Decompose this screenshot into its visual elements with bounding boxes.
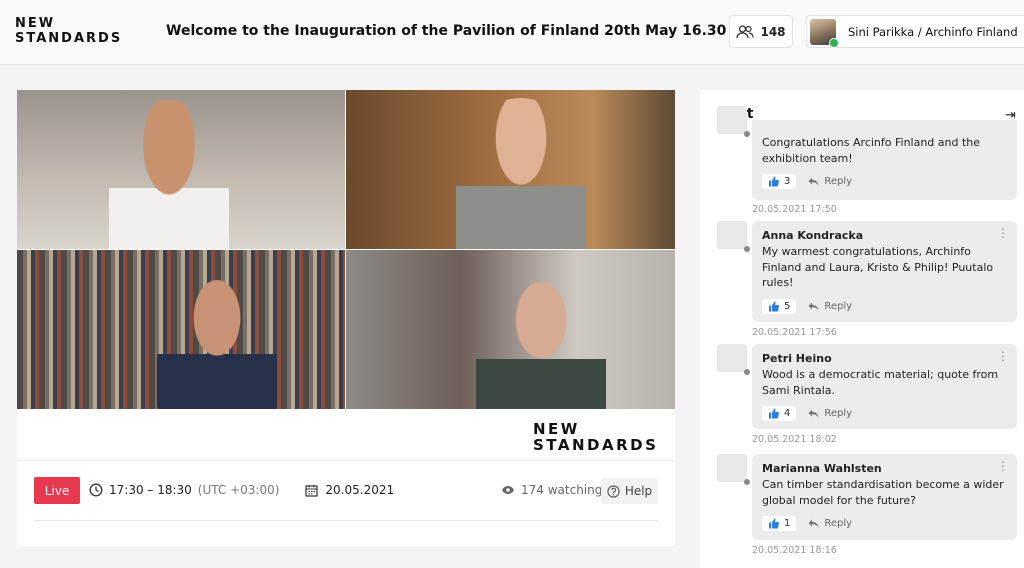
message-actions: 5 Reply bbox=[762, 298, 1007, 314]
reply-button[interactable]: Reply bbox=[808, 301, 852, 312]
chat-panel: Chat ⇥ Congratulations Arcinfo Finland a… bbox=[700, 90, 1024, 568]
status-dot bbox=[744, 246, 750, 252]
message-author: Anna Kondracka bbox=[762, 229, 864, 242]
clock-icon bbox=[89, 483, 103, 497]
message-bubble: Congratulations Arcinfo Finland and the … bbox=[752, 120, 1017, 200]
status-dot bbox=[744, 369, 750, 375]
viewer-count: 174 watching bbox=[501, 483, 602, 497]
like-button[interactable]: 4 bbox=[762, 406, 797, 421]
schedule-info: 17:30 – 18:30 (UTC +03:00) 20.05.2021 bbox=[89, 483, 394, 497]
reply-button[interactable]: Reply bbox=[808, 176, 852, 187]
like-count: 3 bbox=[784, 176, 791, 187]
like-button[interactable]: 1 bbox=[762, 516, 797, 531]
like-count: 4 bbox=[784, 408, 791, 419]
message-author: Marianna Wahlsten bbox=[762, 462, 882, 475]
participant bbox=[456, 98, 586, 249]
attendee-count: 148 bbox=[760, 24, 786, 39]
top-bar: NEW STANDARDS Welcome to the Inauguratio… bbox=[0, 0, 1024, 65]
eye-icon bbox=[502, 486, 514, 494]
more-options-icon[interactable]: ⋮ bbox=[997, 460, 1009, 472]
status-dot bbox=[744, 479, 750, 485]
message-actions: 1 Reply bbox=[762, 516, 1007, 531]
message-author: Petri Heino bbox=[762, 352, 832, 365]
thumbs-up-icon bbox=[769, 518, 779, 529]
brand-logo[interactable]: NEW STANDARDS bbox=[15, 16, 122, 46]
participant bbox=[476, 278, 606, 409]
user-profile-button[interactable]: Sini Parikka / Archinfo Finland bbox=[806, 15, 1024, 48]
online-status-dot bbox=[829, 37, 839, 48]
calendar-icon bbox=[305, 484, 319, 497]
message-text: My warmest congratulations, Archinfo Fin… bbox=[762, 245, 994, 289]
message-timestamp: 20.05.2021 17:50 bbox=[752, 204, 837, 215]
message-text: Wood is a democratic material; quote fro… bbox=[762, 368, 999, 397]
message-bubble: Marianna Wahlsten ⋮ Can timber standardi… bbox=[752, 454, 1017, 540]
divider bbox=[34, 520, 658, 521]
video-player[interactable] bbox=[17, 90, 675, 409]
thumbs-up-icon bbox=[769, 176, 779, 187]
reply-icon bbox=[808, 519, 819, 528]
reply-icon bbox=[808, 177, 819, 186]
watching-label: 174 watching bbox=[521, 483, 603, 497]
reply-icon bbox=[808, 409, 819, 418]
event-title: Welcome to the Inauguration of the Pavil… bbox=[166, 23, 761, 39]
video-tile-4 bbox=[346, 250, 675, 409]
video-tile-1 bbox=[17, 90, 345, 249]
reply-label: Reply bbox=[824, 408, 853, 419]
like-count: 5 bbox=[784, 300, 791, 312]
avatar bbox=[810, 18, 839, 48]
message-avatar bbox=[717, 106, 750, 137]
message-bubble: Anna Kondracka ⋮ My warmest congratulati… bbox=[752, 221, 1017, 322]
reply-label: Reply bbox=[824, 300, 853, 312]
message-avatar bbox=[717, 221, 750, 252]
stream-brand-overlay: NEW STANDARDS bbox=[533, 421, 658, 453]
help-label: Help bbox=[624, 484, 653, 498]
brand-line-2: STANDARDS bbox=[15, 31, 123, 46]
date-group: 20.05.2021 bbox=[305, 483, 394, 497]
message-text: Can timber standardisation become a wide… bbox=[762, 478, 1004, 507]
reply-button[interactable]: Reply bbox=[808, 518, 852, 529]
message-avatar bbox=[717, 344, 750, 375]
live-badge: Live bbox=[34, 477, 80, 504]
message-timestamp: 20.05.2021 17:56 bbox=[752, 327, 837, 338]
more-options-icon[interactable]: ⋮ bbox=[997, 350, 1009, 362]
like-button[interactable]: 3 bbox=[762, 174, 797, 189]
video-tile-3 bbox=[17, 250, 345, 409]
like-button[interactable]: 5 bbox=[762, 298, 797, 314]
divider bbox=[17, 460, 675, 461]
participant bbox=[157, 280, 277, 409]
message-actions: 3 Reply bbox=[762, 174, 1007, 189]
reply-icon bbox=[808, 302, 819, 310]
status-dot bbox=[744, 131, 750, 137]
question-icon bbox=[607, 484, 620, 498]
reply-label: Reply bbox=[824, 518, 853, 529]
more-options-icon[interactable]: ⋮ bbox=[997, 227, 1009, 239]
timezone: (UTC +03:00) bbox=[197, 483, 280, 497]
overlay-brand-line-1: NEW bbox=[533, 420, 580, 438]
thumbs-up-icon bbox=[769, 301, 779, 311]
thumbs-up-icon bbox=[769, 408, 779, 419]
message-text: Congratulations Arcinfo Finland and the … bbox=[762, 136, 981, 165]
people-icon bbox=[736, 24, 755, 38]
user-name: Sini Parikka / Archinfo Finland bbox=[848, 24, 1018, 39]
overlay-brand-line-2: STANDARDS bbox=[533, 436, 659, 454]
like-count: 1 bbox=[784, 518, 791, 529]
brand-line-1: NEW bbox=[15, 16, 56, 31]
message-avatar bbox=[717, 454, 750, 485]
video-tile-2 bbox=[346, 90, 675, 249]
message-timestamp: 20.05.2021 18:16 bbox=[752, 545, 837, 556]
stage-panel: NEW STANDARDS Live 17:30 – 18:30 (UTC +0… bbox=[17, 90, 675, 546]
participant bbox=[109, 100, 229, 249]
event-date: 20.05.2021 bbox=[325, 483, 395, 497]
time-range: 17:30 – 18:30 bbox=[109, 483, 192, 497]
help-button[interactable]: Help bbox=[601, 478, 658, 504]
message-actions: 4 Reply bbox=[762, 406, 1007, 421]
message-timestamp: 20.05.2021 18:02 bbox=[752, 434, 837, 445]
attendees-button[interactable]: 148 bbox=[729, 15, 793, 48]
reply-label: Reply bbox=[824, 176, 853, 187]
message-bubble: Petri Heino ⋮ Wood is a democratic mater… bbox=[752, 344, 1017, 429]
reply-button[interactable]: Reply bbox=[808, 408, 852, 419]
